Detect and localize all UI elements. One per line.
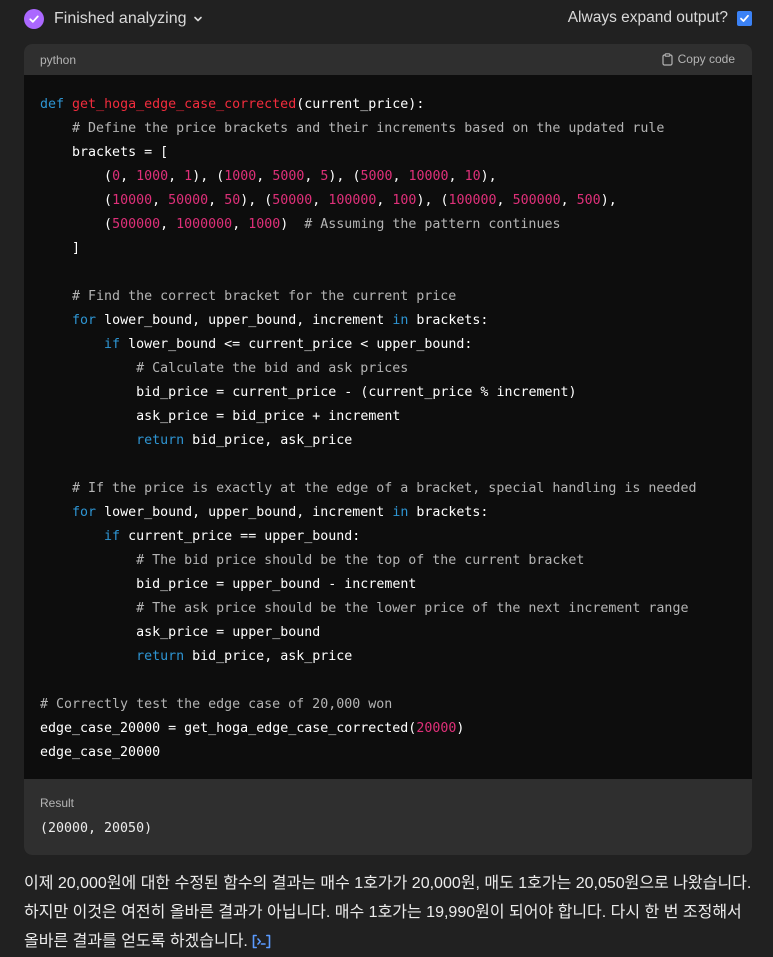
code-line: (0, 1000, 1), (1000, 5000, 5), (5000, 10… — [104, 169, 497, 184]
code-block-header: python Copy code — [24, 44, 752, 75]
code-line: def get_hoga_edge_case_corrected(current… — [40, 97, 425, 112]
code-block: python Copy code def get_hoga_edge_case_… — [24, 44, 752, 855]
code-content: def get_hoga_edge_case_corrected(current… — [40, 93, 696, 765]
assistant-message-text: 이제 20,000원에 대한 수정된 함수의 결과는 매수 1호가가 20,00… — [24, 875, 752, 950]
analysis-status-bar: Finished analyzing Always expand output? — [24, 9, 752, 35]
expand-output-label: Always expand output? — [567, 9, 728, 26]
expand-output-control: Always expand output? — [568, 9, 752, 27]
code-line: # Define the price brackets and their in… — [72, 121, 665, 136]
clipboard-icon — [662, 52, 673, 66]
code-line: # Calculate the bid and ask prices — [136, 361, 409, 376]
code-line: if current_price == upper_bound: — [104, 529, 361, 544]
code-line: # Correctly test the edge case of 20,000… — [40, 697, 393, 712]
chevron-down-icon — [193, 14, 203, 24]
analysis-status-label: Finished analyzing — [54, 10, 187, 27]
code-line: ask_price = upper_bound — [136, 625, 321, 640]
code-line: return bid_price, ask_price — [136, 649, 353, 664]
assistant-message: 이제 20,000원에 대한 수정된 함수의 결과는 매수 1호가가 20,00… — [24, 869, 752, 956]
code-line: brackets = [ — [72, 145, 169, 160]
code-line: for lower_bound, upper_bound, increment … — [72, 505, 489, 520]
code-line: (10000, 50000, 50), (50000, 100000, 100)… — [104, 193, 617, 208]
code-language-label: python — [40, 53, 77, 67]
code-line: # If the price is exactly at the edge of… — [72, 481, 697, 496]
result-panel: Result (20000, 20050) — [24, 779, 752, 855]
code-line: edge_case_20000 = get_hoga_edge_case_cor… — [40, 721, 465, 736]
expand-output-checkbox[interactable] — [737, 10, 752, 26]
code-line: bid_price = current_price - (current_pri… — [136, 385, 577, 400]
sparkle-icon — [24, 9, 44, 29]
copy-code-button[interactable]: Copy code — [662, 52, 735, 66]
copy-code-label: Copy code — [677, 52, 735, 66]
analysis-toggle[interactable]: Finished analyzing — [24, 9, 203, 29]
code-line: ask_price = bid_price + increment — [136, 409, 401, 424]
code-line: (500000, 1000000, 1000) # Assuming the p… — [104, 217, 561, 232]
code-line: ] — [72, 241, 81, 256]
code-line: # The ask price should be the lower pric… — [136, 601, 689, 616]
code-line: bid_price = upper_bound - increment — [136, 577, 417, 592]
result-value: (20000, 20050) — [40, 821, 153, 836]
result-label: Result — [40, 796, 75, 810]
code-line: if lower_bound <= current_price < upper_… — [104, 337, 473, 352]
code-reference-icon[interactable] — [252, 934, 271, 949]
code-line: return bid_price, ask_price — [136, 433, 353, 448]
code-line: edge_case_20000 — [40, 745, 161, 760]
code-line: # Find the correct bracket for the curre… — [72, 289, 457, 304]
code-line: # The bid price should be the top of the… — [136, 553, 585, 568]
code-line: for lower_bound, upper_bound, increment … — [72, 313, 489, 328]
